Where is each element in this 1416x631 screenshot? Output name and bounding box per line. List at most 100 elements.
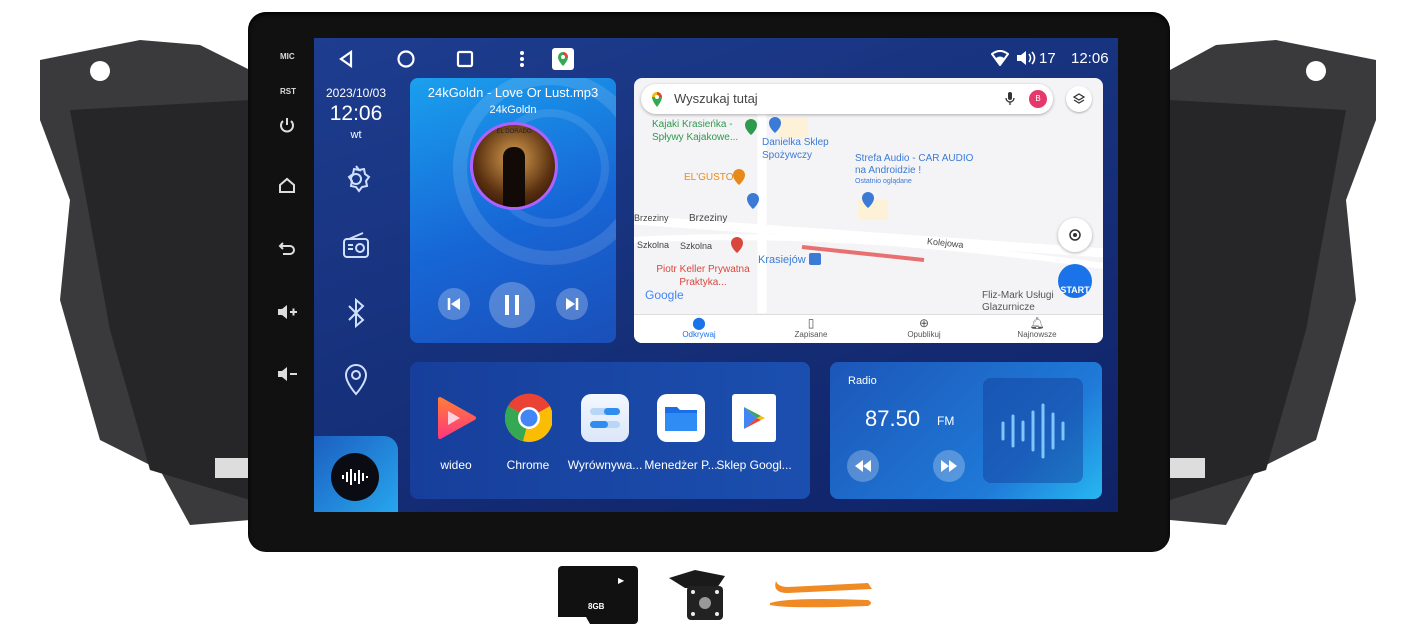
album-art-text: EL DORADO bbox=[496, 129, 532, 135]
place-label[interactable]: Strefa Audio - CAR AUDIO na Androidzie ! bbox=[855, 153, 975, 177]
android-screen: 17 12:06 2023/10/03 12:06 wt 24kGoldn - … bbox=[314, 38, 1118, 512]
voice-assistant-button[interactable] bbox=[331, 453, 379, 501]
tab-najnowsze[interactable]: 🔔︎ Najnowsze bbox=[992, 316, 1082, 339]
weekday: wt bbox=[350, 129, 362, 141]
shop-pin-icon[interactable] bbox=[861, 191, 875, 209]
recents-icon bbox=[456, 50, 474, 68]
my-location-icon bbox=[1069, 229, 1081, 241]
bell-icon: 🔔︎ bbox=[1029, 316, 1045, 330]
google-maps-icon bbox=[652, 92, 662, 107]
street-label: Szkolna bbox=[637, 240, 670, 250]
more-button[interactable] bbox=[511, 48, 533, 70]
home-hw-button[interactable] bbox=[274, 173, 300, 197]
account-avatar[interactable]: B bbox=[1029, 90, 1047, 108]
place-label[interactable]: Danielka Sklep Spożywczy bbox=[762, 136, 842, 162]
place-label[interactable]: Fliz-Mark Usługi Glazurnicze bbox=[982, 290, 1062, 314]
app-equalizer[interactable] bbox=[581, 394, 629, 442]
radio-widget[interactable]: Radio 87.50 FM bbox=[830, 362, 1102, 499]
power-icon bbox=[280, 118, 294, 133]
radio-title: Radio bbox=[848, 375, 877, 387]
app-dock: wideo Chrome Wyrównywa... Menedżer P... … bbox=[410, 362, 810, 499]
pause-icon bbox=[505, 295, 519, 315]
volume-down-button[interactable] bbox=[274, 362, 300, 386]
app-wideo[interactable] bbox=[432, 394, 480, 442]
clock: 12:06 bbox=[329, 102, 383, 125]
seek-forward-button[interactable] bbox=[933, 450, 965, 482]
app-play-store[interactable] bbox=[732, 394, 776, 442]
back-icon bbox=[339, 50, 353, 68]
place-label[interactable]: Kajaki Krasieńka - Spływy Kajakowe... bbox=[652, 118, 742, 144]
train-station-icon[interactable] bbox=[809, 253, 821, 265]
radio-icon[interactable] bbox=[341, 230, 371, 260]
sd-card-capacity: 8GB bbox=[588, 602, 605, 611]
skip-previous-icon bbox=[447, 298, 460, 310]
pause-button[interactable] bbox=[489, 282, 535, 328]
folder-icon bbox=[665, 407, 697, 431]
location-icon[interactable] bbox=[341, 362, 371, 398]
rear-camera-accessory bbox=[669, 570, 725, 620]
explore-icon: ⬤ bbox=[692, 316, 706, 330]
skip-next-icon bbox=[566, 298, 579, 310]
app-chrome[interactable] bbox=[504, 393, 552, 442]
app-label: wideo bbox=[440, 458, 472, 472]
nav-home-button[interactable] bbox=[395, 48, 417, 70]
place-label[interactable]: Krasiejów bbox=[758, 254, 806, 266]
play-store-icon bbox=[744, 407, 765, 429]
back-icon bbox=[278, 242, 295, 255]
place-pin-icon[interactable] bbox=[744, 118, 758, 136]
place-label[interactable]: Piotr Keller Prywatna Praktyka... bbox=[648, 263, 758, 289]
tab-zapisane[interactable]: ▯ Zapisane bbox=[766, 316, 856, 339]
radio-band: FM bbox=[937, 414, 955, 428]
tab-label: Zapisane bbox=[794, 330, 828, 339]
google-maps-widget[interactable]: Wyszukaj tutaj B Kajaki Krasieńka - Spły… bbox=[634, 78, 1103, 343]
song-artist: 24kGoldn bbox=[489, 104, 537, 116]
power-button[interactable] bbox=[274, 113, 300, 137]
video-app-icon bbox=[438, 397, 476, 439]
microphone-icon[interactable] bbox=[1005, 92, 1015, 106]
voice-assistant-icon bbox=[342, 469, 368, 485]
map-bottom-tabs: ⬤ Odkrywaj ▯ Zapisane ⊕ Opublikuj 🔔︎ Najnows… bbox=[634, 314, 1103, 343]
tab-opublikuj[interactable]: ⊕ Opublikuj bbox=[879, 316, 969, 339]
google-maps-shortcut[interactable] bbox=[552, 48, 574, 70]
start-navigation-button[interactable]: START bbox=[1058, 264, 1092, 298]
album-art-figure bbox=[503, 147, 525, 207]
voice-assistant-panel bbox=[314, 436, 398, 512]
nav-recents-button[interactable] bbox=[454, 48, 476, 70]
app-file-manager[interactable] bbox=[657, 394, 705, 442]
google-logo: Google bbox=[645, 288, 684, 302]
settings-icon[interactable] bbox=[341, 164, 371, 194]
radio-frequency: 87.50 bbox=[865, 406, 921, 431]
add-circle-icon: ⊕ bbox=[918, 316, 930, 330]
tab-label: Odkrywaj bbox=[682, 330, 716, 339]
home-icon bbox=[397, 50, 415, 68]
back-hw-button[interactable] bbox=[274, 236, 300, 260]
next-track-button[interactable] bbox=[556, 288, 588, 320]
street-label: Szkolna bbox=[680, 241, 713, 251]
medical-pin-icon[interactable] bbox=[730, 236, 744, 254]
music-widget[interactable]: 24kGoldn - Love Or Lust.mp3 24kGoldn EL … bbox=[410, 78, 616, 343]
volume-up-button[interactable] bbox=[274, 300, 300, 324]
place-label[interactable]: EL'GUSTO bbox=[684, 172, 734, 183]
sd-card-accessory: 8GB ▶ bbox=[558, 566, 638, 624]
google-maps-icon bbox=[558, 52, 568, 66]
shop-pin-icon[interactable] bbox=[768, 116, 782, 134]
previous-track-button[interactable] bbox=[438, 288, 470, 320]
shop-pin-icon[interactable] bbox=[746, 192, 760, 210]
pry-tools-accessory bbox=[770, 581, 872, 608]
bookmark-icon: ▯ bbox=[807, 316, 815, 330]
my-location-button[interactable] bbox=[1058, 218, 1092, 252]
home-icon bbox=[279, 177, 295, 193]
nav-back-button[interactable] bbox=[335, 48, 357, 70]
start-label: START bbox=[1060, 285, 1090, 295]
tab-odkrywaj[interactable]: ⬤ Odkrywaj bbox=[654, 316, 744, 339]
seek-back-button[interactable] bbox=[847, 450, 879, 482]
restaurant-pin-icon[interactable] bbox=[732, 168, 746, 186]
map-search-bar[interactable]: Wyszukaj tutaj B bbox=[641, 84, 1053, 114]
tab-label: Opublikuj bbox=[907, 330, 941, 339]
bluetooth-icon[interactable] bbox=[343, 298, 369, 328]
equalizer-icon bbox=[590, 408, 620, 428]
map-search-input[interactable]: Wyszukaj tutaj bbox=[674, 91, 758, 106]
layers-button[interactable] bbox=[1066, 86, 1092, 112]
rst-button[interactable]: RST bbox=[280, 87, 302, 96]
street-label: Brzeziny bbox=[634, 213, 669, 223]
